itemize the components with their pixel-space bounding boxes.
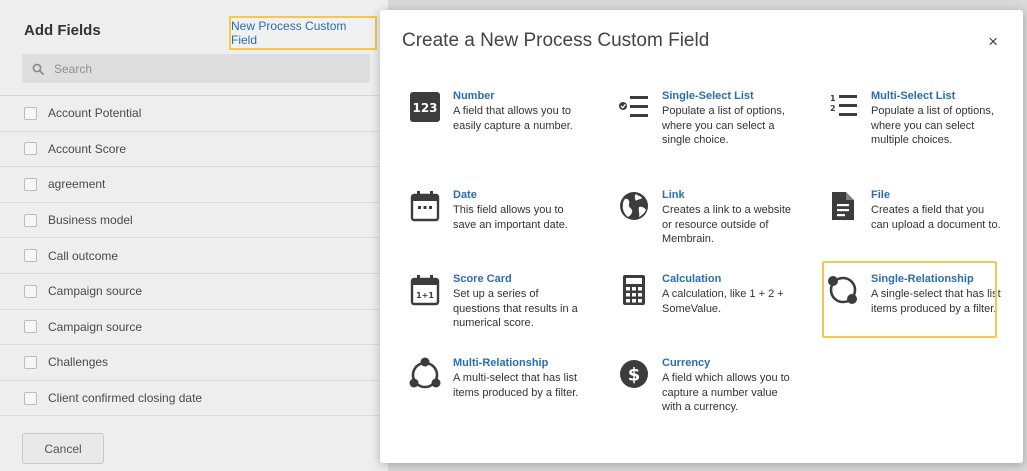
- field-label: Challenges: [48, 355, 109, 370]
- option-description: A field that allows you to easily captur…: [453, 105, 573, 132]
- field-checkbox[interactable]: [24, 249, 37, 263]
- list-number-2: 2: [830, 104, 836, 113]
- option-name[interactable]: File: [871, 189, 1001, 201]
- field-checkbox[interactable]: [24, 106, 37, 120]
- field-list-item[interactable]: Client confirmed closing date: [0, 381, 388, 417]
- option-description: Creates a field that you can upload a do…: [871, 204, 1001, 231]
- option-description: Creates a link to a website or resource …: [662, 204, 792, 245]
- add-fields-panel: Add Fields New Process Custom Field Sear…: [0, 0, 388, 471]
- calendar-icon: [408, 189, 442, 223]
- field-list: Account Potential Account Score agreemen…: [0, 96, 388, 417]
- field-checkbox[interactable]: [24, 284, 37, 298]
- option-name[interactable]: Date: [453, 189, 583, 201]
- option-description: Set up a series of questions that result…: [453, 288, 578, 329]
- option-name[interactable]: Score Card: [453, 273, 583, 285]
- svg-text:$: $: [628, 365, 641, 386]
- option-description: A field which allows you to capture a nu…: [662, 372, 790, 413]
- field-list-item[interactable]: Challenges: [0, 345, 388, 381]
- field-list-item[interactable]: agreement: [0, 167, 388, 203]
- number-icon-text: 123: [412, 101, 437, 115]
- currency-icon: $: [617, 357, 651, 391]
- field-checkbox[interactable]: [24, 142, 37, 156]
- single-select-list-icon: [617, 90, 651, 124]
- field-checkbox[interactable]: [24, 355, 37, 369]
- field-list-item[interactable]: Call outcome: [0, 238, 388, 274]
- field-list-item[interactable]: Account Score: [0, 132, 388, 168]
- field-list-item[interactable]: Business model: [0, 203, 388, 239]
- option-description: Populate a list of options, where you ca…: [662, 105, 785, 146]
- panel-title: Add Fields: [24, 22, 101, 39]
- close-icon[interactable]: ×: [988, 33, 998, 50]
- multi-select-list-icon: 1 2: [826, 90, 860, 124]
- field-checkbox[interactable]: [24, 391, 37, 405]
- option-name[interactable]: Calculation: [662, 273, 792, 285]
- score-card-icon-text: 1+1: [416, 291, 434, 300]
- field-label: Call outcome: [48, 248, 119, 263]
- calculator-icon: [617, 273, 651, 307]
- option-description: Populate a list of options, where you ca…: [871, 105, 994, 146]
- cancel-button[interactable]: Cancel: [22, 433, 104, 464]
- option-name[interactable]: Multi-Relationship: [453, 357, 583, 369]
- field-checkbox[interactable]: [24, 320, 37, 334]
- create-field-modal: Create a New Process Custom Field × 123 …: [380, 10, 1023, 463]
- single-relationship-highlight: [822, 261, 997, 338]
- search-placeholder: Search: [54, 61, 93, 76]
- field-label: Business model: [48, 213, 133, 228]
- modal-title: Create a New Process Custom Field: [402, 30, 710, 51]
- option-name[interactable]: Multi-Select List: [871, 90, 1001, 102]
- new-process-custom-field-link[interactable]: New Process Custom Field: [229, 16, 377, 50]
- option-name[interactable]: Number: [453, 90, 583, 102]
- option-description: A multi-select that has list items produ…: [453, 372, 579, 399]
- multi-relationship-icon: [408, 357, 442, 391]
- field-label: Account Score: [48, 141, 127, 156]
- field-checkbox[interactable]: [24, 177, 37, 191]
- search-icon: [32, 63, 44, 75]
- field-checkbox[interactable]: [24, 213, 37, 227]
- globe-icon: [617, 189, 651, 223]
- field-list-item[interactable]: Campaign source: [0, 274, 388, 310]
- option-name[interactable]: Single-Select List: [662, 90, 792, 102]
- option-description: This field allows you to save an importa…: [453, 204, 568, 231]
- field-list-item[interactable]: Campaign source: [0, 310, 388, 346]
- field-label: agreement: [48, 177, 106, 192]
- field-label: Client confirmed closing date: [48, 391, 203, 406]
- field-label: Campaign source: [48, 284, 143, 299]
- option-name[interactable]: Currency: [662, 357, 792, 369]
- file-icon: [826, 189, 860, 223]
- field-label: Account Potential: [48, 106, 142, 121]
- number-icon: 123: [408, 90, 442, 124]
- search-input[interactable]: Search: [22, 54, 370, 83]
- score-card-icon: 1+1: [408, 273, 442, 307]
- field-list-item[interactable]: Account Potential: [0, 96, 388, 132]
- option-description: A calculation, like 1 + 2 + SomeValue.: [662, 288, 784, 315]
- field-label: Campaign source: [48, 319, 143, 334]
- option-name[interactable]: Link: [662, 189, 792, 201]
- list-number-1: 1: [830, 94, 836, 103]
